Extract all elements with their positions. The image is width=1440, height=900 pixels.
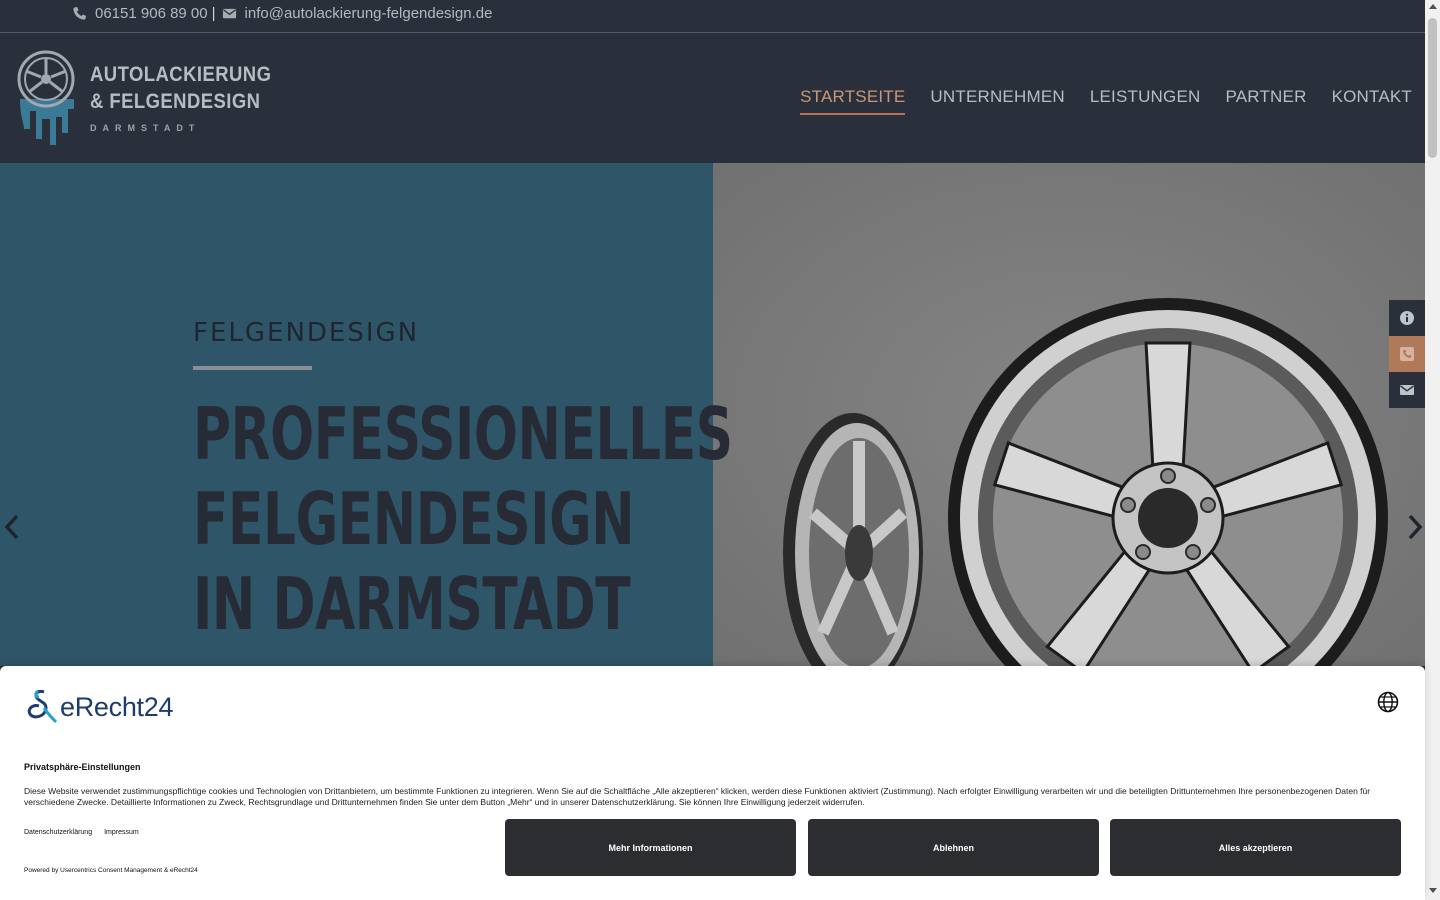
erecht24-symbol-icon (27, 689, 58, 724)
nav-item-leistungen[interactable]: LEISTUNGEN (1090, 87, 1201, 115)
side-info-button[interactable] (1389, 300, 1425, 336)
scroll-down-arrow-icon[interactable] (1429, 888, 1437, 893)
hero-headline: PROFESSIONELLES FELGENDESIGN IN DARMSTAD… (193, 392, 733, 647)
phone-number[interactable]: 06151 906 89 00 (95, 5, 208, 22)
contact-info: 06151 906 89 00 | info@autolackierung-fe… (72, 5, 492, 22)
consent-links: Datenschutzerklärung Impressum (24, 829, 139, 836)
hero-eyebrow: FELGENDESIGN (193, 318, 420, 348)
imprint-link[interactable]: Impressum (104, 829, 139, 836)
main-navigation: STARTSEITE UNTERNEHMEN LEISTUNGEN PARTNE… (800, 87, 1412, 115)
scroll-up-arrow-icon[interactable] (1429, 4, 1437, 9)
slider-prev-arrow-icon[interactable] (2, 512, 22, 542)
logo-line-2: & FELGENDESIGN (90, 90, 261, 113)
side-mail-button[interactable] (1389, 372, 1425, 408)
email-address[interactable]: info@autolackierung-felgendesign.de (245, 5, 493, 22)
logo-wordmark: AUTOLACKIERUNG & FELGENDESIGN (90, 61, 271, 115)
nav-item-startseite[interactable]: STARTSEITE (800, 87, 906, 115)
site-header: AUTOLACKIERUNG & FELGENDESIGN DARMSTADT … (0, 33, 1425, 163)
headline-line-3: IN DARMSTADT (193, 562, 631, 646)
erecht24-logo: eRecht24 (24, 688, 173, 726)
headline-line-2: FELGENDESIGN (193, 477, 635, 561)
hero-image-panel (713, 163, 1425, 666)
erecht24-brand: eRecht24 (60, 691, 174, 722)
side-phone-button[interactable] (1389, 336, 1425, 372)
phone-icon (1400, 347, 1414, 361)
logo-line-1: AUTOLACKIERUNG (90, 63, 272, 86)
nav-item-partner[interactable]: PARTNER (1225, 87, 1306, 115)
decline-button[interactable]: Ablehnen (808, 819, 1099, 876)
slider-next-arrow-icon[interactable] (1405, 512, 1425, 542)
rims-image (713, 163, 1425, 666)
scroll-thumb[interactable] (1428, 18, 1437, 158)
envelope-icon (222, 8, 236, 19)
consent-description: Diese Website verwendet zustimmungspflic… (24, 786, 1371, 807)
nav-item-kontakt[interactable]: KONTAKT (1332, 87, 1412, 115)
contact-separator: | (211, 5, 216, 22)
top-contact-bar: 06151 906 89 00 | info@autolackierung-fe… (0, 0, 1425, 33)
language-globe-icon[interactable] (1377, 691, 1399, 713)
page-scrollbar[interactable] (1425, 0, 1440, 900)
phone-icon (73, 6, 87, 20)
nav-item-unternehmen[interactable]: UNTERNEHMEN (930, 87, 1064, 115)
eyebrow-divider (193, 366, 312, 370)
logo-subtitle: DARMSTADT (90, 123, 201, 133)
info-icon (1400, 311, 1414, 325)
headline-line-1: PROFESSIONELLES (193, 392, 733, 476)
mail-icon (1400, 385, 1414, 395)
more-info-button[interactable]: Mehr Informationen (505, 819, 796, 876)
powered-by-text: Powered by Usercentrics Consent Manageme… (24, 867, 198, 874)
site-logo[interactable]: AUTOLACKIERUNG & FELGENDESIGN DARMSTADT (14, 49, 271, 149)
accept-all-button[interactable]: Alles akzeptieren (1110, 819, 1401, 876)
consent-title: Privatsphäre-Einstellungen (24, 762, 141, 772)
privacy-policy-link[interactable]: Datenschutzerklärung (24, 829, 92, 836)
wheel-logo-icon (17, 50, 75, 145)
cookie-consent-banner: eRecht24 Privatsphäre-Einstellungen Dies… (0, 666, 1425, 900)
